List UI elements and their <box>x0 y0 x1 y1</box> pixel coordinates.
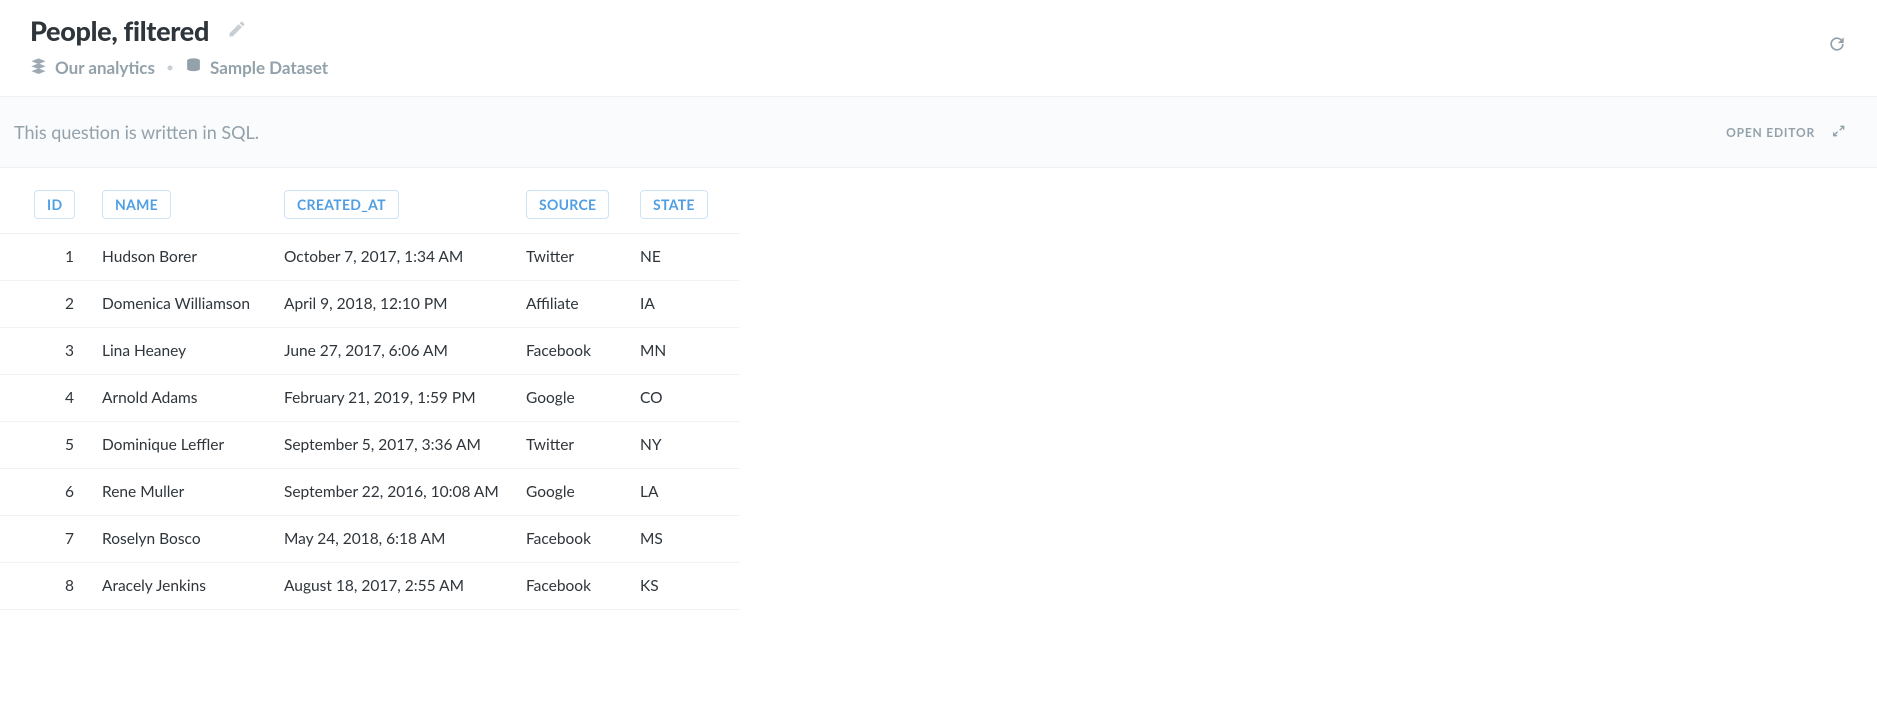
cell-created-at: April 9, 2018, 12:10 PM <box>284 281 526 328</box>
cell-id: 2 <box>34 281 102 328</box>
refresh-icon <box>1827 40 1847 57</box>
cell-name: Domenica Williamson <box>102 281 284 328</box>
cell-state: LA <box>640 469 740 516</box>
cell-source: Google <box>526 375 640 422</box>
cell-created-at: May 24, 2018, 6:18 AM <box>284 516 526 563</box>
question-header: People, filtered Our analytics ● Sample … <box>0 0 1877 86</box>
cell-source: Twitter <box>526 422 640 469</box>
breadcrumb-collection[interactable]: Our analytics <box>30 57 155 78</box>
database-icon <box>185 57 202 78</box>
cell-id: 6 <box>34 469 102 516</box>
column-header-id[interactable]: ID <box>34 190 75 219</box>
cell-state: NE <box>640 234 740 281</box>
cell-state: MS <box>640 516 740 563</box>
breadcrumb-collection-label: Our analytics <box>55 57 155 78</box>
cell-name: Lina Heaney <box>102 328 284 375</box>
cell-name: Aracely Jenkins <box>102 563 284 610</box>
pencil-icon[interactable] <box>227 19 247 42</box>
cell-state: CO <box>640 375 740 422</box>
cell-source: Affiliate <box>526 281 640 328</box>
open-editor-button[interactable]: OPEN EDITOR <box>1726 125 1815 140</box>
cell-id: 4 <box>34 375 102 422</box>
expand-icon[interactable] <box>1831 123 1847 142</box>
cell-source: Facebook <box>526 516 640 563</box>
cell-created-at: September 22, 2016, 10:08 AM <box>284 469 526 516</box>
cell-name: Dominique Leffler <box>102 422 284 469</box>
cell-created-at: October 7, 2017, 1:34 AM <box>284 234 526 281</box>
breadcrumb-separator: ● <box>167 62 173 74</box>
results-table-wrap: ID NAME CREATED_AT SOURCE STATE 1Hudson … <box>0 168 1877 610</box>
cell-source: Facebook <box>526 563 640 610</box>
cell-source: Twitter <box>526 234 640 281</box>
results-table: ID NAME CREATED_AT SOURCE STATE 1Hudson … <box>0 190 740 610</box>
cell-state: NY <box>640 422 740 469</box>
breadcrumb: Our analytics ● Sample Dataset <box>30 57 1847 78</box>
table-row[interactable]: 4Arnold AdamsFebruary 21, 2019, 1:59 PMG… <box>0 375 740 422</box>
cell-created-at: June 27, 2017, 6:06 AM <box>284 328 526 375</box>
cell-name: Arnold Adams <box>102 375 284 422</box>
cell-id: 7 <box>34 516 102 563</box>
breadcrumb-dataset[interactable]: Sample Dataset <box>185 57 328 78</box>
table-row[interactable]: 1Hudson BorerOctober 7, 2017, 1:34 AMTwi… <box>0 234 740 281</box>
table-row[interactable]: 3Lina HeaneyJune 27, 2017, 6:06 AMFacebo… <box>0 328 740 375</box>
refresh-button[interactable] <box>1827 34 1847 57</box>
cell-id: 5 <box>34 422 102 469</box>
cell-created-at: September 5, 2017, 3:36 AM <box>284 422 526 469</box>
cell-name: Rene Muller <box>102 469 284 516</box>
collection-icon <box>30 57 47 78</box>
sql-notice-bar: This question is written in SQL. OPEN ED… <box>0 96 1877 168</box>
table-row[interactable]: 5Dominique LefflerSeptember 5, 2017, 3:3… <box>0 422 740 469</box>
breadcrumb-dataset-label: Sample Dataset <box>210 57 328 78</box>
page-title: People, filtered <box>30 14 209 47</box>
sql-notice-text: This question is written in SQL. <box>14 121 259 143</box>
table-row[interactable]: 2Domenica WilliamsonApril 9, 2018, 12:10… <box>0 281 740 328</box>
column-header-name[interactable]: NAME <box>102 190 171 219</box>
cell-source: Google <box>526 469 640 516</box>
cell-created-at: February 21, 2019, 1:59 PM <box>284 375 526 422</box>
table-row[interactable]: 8Aracely JenkinsAugust 18, 2017, 2:55 AM… <box>0 563 740 610</box>
column-header-state[interactable]: STATE <box>640 190 708 219</box>
cell-id: 8 <box>34 563 102 610</box>
cell-name: Roselyn Bosco <box>102 516 284 563</box>
cell-state: MN <box>640 328 740 375</box>
table-row[interactable]: 7Roselyn BoscoMay 24, 2018, 6:18 AMFaceb… <box>0 516 740 563</box>
column-header-created-at[interactable]: CREATED_AT <box>284 190 399 219</box>
table-header-row: ID NAME CREATED_AT SOURCE STATE <box>0 190 740 234</box>
cell-id: 1 <box>34 234 102 281</box>
cell-state: KS <box>640 563 740 610</box>
table-row[interactable]: 6Rene MullerSeptember 22, 2016, 10:08 AM… <box>0 469 740 516</box>
cell-id: 3 <box>34 328 102 375</box>
cell-name: Hudson Borer <box>102 234 284 281</box>
cell-created-at: August 18, 2017, 2:55 AM <box>284 563 526 610</box>
cell-state: IA <box>640 281 740 328</box>
column-header-source[interactable]: SOURCE <box>526 190 609 219</box>
cell-source: Facebook <box>526 328 640 375</box>
